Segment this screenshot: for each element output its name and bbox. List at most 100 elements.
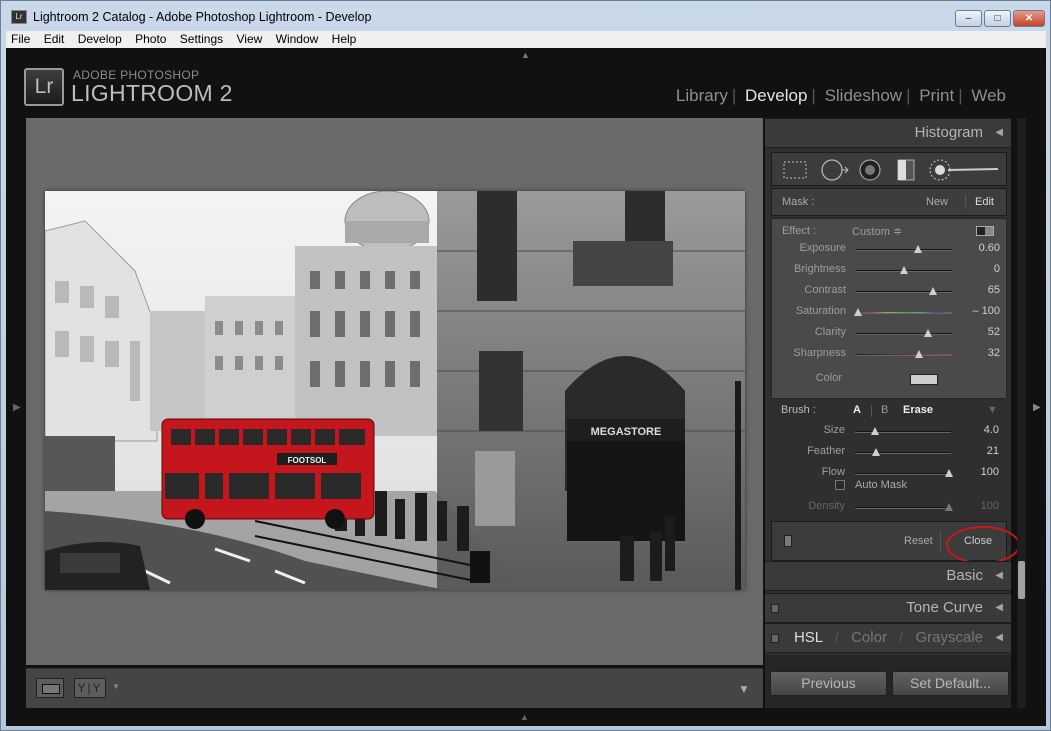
panel-switch[interactable]: [771, 634, 779, 643]
basic-panel-header[interactable]: Basic ◀: [765, 561, 1011, 591]
top-panel-toggle-icon[interactable]: ▲: [521, 50, 530, 60]
module-library[interactable]: Library: [676, 86, 728, 105]
slider-track[interactable]: [855, 431, 951, 433]
slider-value[interactable]: 65: [958, 284, 1000, 296]
slider-thumb[interactable]: [900, 266, 908, 274]
effect-preset-select[interactable]: Custom ≑: [852, 225, 902, 238]
module-separator: |: [906, 86, 911, 105]
panel-switch[interactable]: [771, 604, 779, 613]
slider-thumb[interactable]: [945, 469, 953, 477]
crop-tool-icon[interactable]: [782, 160, 808, 180]
left-panel-toggle-icon[interactable]: ▶: [13, 402, 21, 413]
auto-mask-checkbox[interactable]: [835, 480, 845, 490]
slider-track[interactable]: [855, 452, 951, 454]
right-panel: Histogram ◀ Mask : New Edit Effect : Cus…: [765, 118, 1020, 708]
develop-toolbar: Y|Y ▼ ▼: [26, 668, 763, 708]
tool-power-switch[interactable]: [784, 535, 792, 547]
grayscale-tab[interactable]: Grayscale: [915, 629, 983, 646]
title-bar[interactable]: Lr Lightroom 2 Catalog - Adobe Photoshop…: [1, 1, 1050, 30]
menu-view[interactable]: View: [232, 31, 268, 46]
slider-value[interactable]: 32: [958, 347, 1000, 359]
slider-value[interactable]: 0.60: [958, 242, 1000, 254]
color-tab[interactable]: Color: [851, 629, 887, 646]
slider-value[interactable]: 0: [958, 263, 1000, 275]
slider-thumb[interactable]: [913, 245, 922, 253]
before-after-view-button[interactable]: Y|Y: [74, 678, 106, 698]
slider-thumb[interactable]: [872, 448, 881, 456]
module-slideshow[interactable]: Slideshow: [825, 86, 903, 105]
view-options-chevron-icon[interactable]: ▼: [112, 682, 120, 691]
slider-track[interactable]: [856, 249, 952, 251]
tone-curve-panel-header[interactable]: Tone Curve ◀: [765, 593, 1011, 623]
slider-track[interactable]: [856, 354, 952, 356]
menu-photo[interactable]: Photo: [130, 31, 171, 46]
loupe-view-button[interactable]: [36, 678, 64, 698]
slider-thumb[interactable]: [923, 329, 932, 337]
slider-thumb[interactable]: [914, 350, 923, 358]
mask-new-button[interactable]: New: [926, 189, 948, 215]
scrollbar-thumb[interactable]: [1018, 561, 1025, 599]
slider-thumb[interactable]: [945, 503, 953, 511]
brush-a-button[interactable]: A: [853, 404, 861, 416]
minimize-button[interactable]: –: [955, 10, 982, 27]
module-print[interactable]: Print: [919, 86, 954, 105]
previous-button[interactable]: Previous: [770, 671, 887, 696]
brand-title: LIGHTROOM 2: [71, 80, 233, 106]
module-separator: |: [958, 86, 963, 105]
brush-erase-button[interactable]: Erase: [903, 404, 933, 416]
toolbar-menu-chevron-icon[interactable]: ▼: [738, 682, 750, 696]
slider-track[interactable]: [856, 333, 952, 335]
close-window-button[interactable]: ✕: [1013, 10, 1045, 27]
slider-label: Saturation: [795, 305, 846, 317]
slider-thumb[interactable]: [929, 287, 938, 295]
slider-value[interactable]: 100: [957, 500, 999, 512]
red-eye-tool-icon[interactable]: [858, 158, 882, 182]
histogram-label: Histogram: [914, 124, 983, 141]
slider-value[interactable]: 100: [957, 466, 999, 478]
effect-toggle-icon[interactable]: [976, 226, 994, 236]
slider-value[interactable]: 21: [957, 445, 999, 457]
menu-edit[interactable]: Edit: [39, 31, 70, 46]
module-develop[interactable]: Develop: [745, 86, 807, 105]
bottom-panel-toggle-icon[interactable]: ▲: [520, 712, 529, 722]
photo-canvas[interactable]: MEGASTORE FOOTSOL: [26, 118, 763, 665]
slider-value[interactable]: 52: [958, 326, 1000, 338]
menu-window[interactable]: Window: [271, 31, 324, 46]
maximize-button[interactable]: □: [984, 10, 1011, 27]
spot-removal-tool-icon[interactable]: [820, 158, 850, 182]
slider-label: Clarity: [814, 326, 846, 338]
app-icon[interactable]: Lr: [11, 10, 27, 24]
right-panel-toggle-icon[interactable]: ▶: [1033, 402, 1041, 413]
hsl-panel-header[interactable]: HSL / Color / Grayscale ◀: [765, 623, 1011, 653]
slider-track[interactable]: [856, 291, 952, 293]
menu-file[interactable]: File: [6, 31, 35, 46]
color-swatch[interactable]: [910, 374, 938, 385]
graduated-filter-tool-icon[interactable]: [894, 158, 918, 182]
menu-help[interactable]: Help: [327, 31, 362, 46]
brush-actions-row: Reset Close: [771, 521, 1020, 564]
module-web[interactable]: Web: [971, 86, 1006, 105]
menu-settings[interactable]: Settings: [175, 31, 228, 46]
menu-develop[interactable]: Develop: [73, 31, 127, 46]
adjustment-brush-tool-icon[interactable]: [928, 157, 1000, 183]
brush-label: Brush :: [781, 404, 816, 416]
reset-button[interactable]: Reset: [904, 535, 933, 547]
slider-track[interactable]: [855, 473, 951, 475]
slider-value[interactable]: 4.0: [957, 424, 999, 436]
photo-preview[interactable]: MEGASTORE FOOTSOL: [45, 191, 745, 590]
histogram-panel-header[interactable]: Histogram ◀: [765, 118, 1011, 148]
slider-thumb[interactable]: [871, 427, 880, 435]
brush-section: Brush : A B Erase ▼ Size 4.0 Feather 21 Flow…: [771, 400, 1007, 520]
tone-curve-label: Tone Curve: [906, 599, 983, 616]
mask-edit-button[interactable]: Edit: [975, 189, 994, 215]
slider-label: Contrast: [804, 284, 846, 296]
slider-value[interactable]: – 100: [958, 305, 1000, 317]
brush-collapse-icon[interactable]: ▼: [987, 404, 998, 416]
set-default-button[interactable]: Set Default...: [892, 671, 1009, 696]
slider-track[interactable]: [856, 312, 952, 314]
panel-scrollbar[interactable]: [1017, 118, 1026, 708]
slider-track[interactable]: [855, 507, 951, 509]
brush-b-button[interactable]: B: [881, 404, 888, 416]
hsl-tab[interactable]: HSL: [794, 629, 823, 646]
slider-thumb[interactable]: [854, 308, 862, 316]
